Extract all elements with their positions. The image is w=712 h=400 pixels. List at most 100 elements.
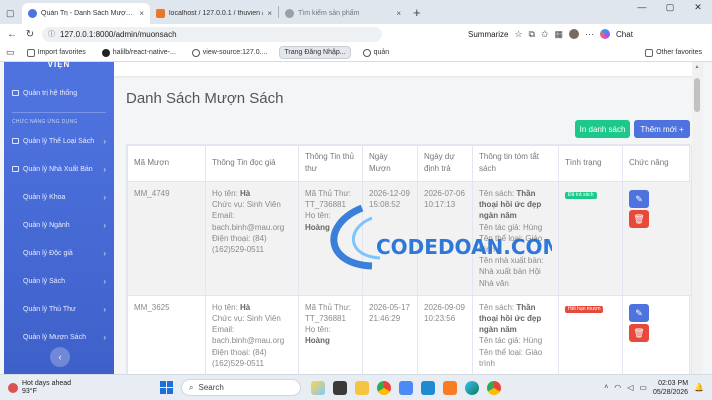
bookmark-quan[interactable]: quản bbox=[359, 47, 394, 59]
search-icon: ⌕ bbox=[189, 382, 194, 392]
column-header[interactable]: Thông Tin thủ thư bbox=[298, 145, 363, 182]
sidebar-item-faculties[interactable]: Quản lý Khoa › bbox=[4, 183, 114, 211]
column-header[interactable]: Chức năng bbox=[622, 145, 692, 182]
librarian-code: Mã Thủ Thư: TT_736881 bbox=[305, 302, 351, 324]
close-icon[interactable]: × bbox=[267, 9, 272, 18]
battery-icon[interactable]: ▭ bbox=[639, 383, 647, 392]
clock[interactable]: 02:03 PM 05/28/2026 bbox=[653, 379, 688, 397]
chat-button[interactable]: Chat bbox=[616, 30, 633, 39]
scrollbar-thumb[interactable] bbox=[694, 78, 700, 112]
reader-email: bach.binh@mau.org bbox=[212, 222, 285, 232]
new-tab-button[interactable]: + bbox=[407, 5, 427, 20]
bookmark-login-page[interactable]: Trang Đăng Nhập... bbox=[279, 46, 351, 59]
close-window-icon[interactable]: ✕ bbox=[684, 2, 712, 13]
sidebar-toggle-browser[interactable]: ▢ bbox=[0, 3, 22, 24]
search-placeholder: Search bbox=[198, 383, 224, 392]
column-header[interactable]: Thông tin tóm tắt sách bbox=[472, 145, 559, 182]
vscode-icon[interactable] bbox=[421, 380, 435, 395]
tab-title: Quản Trị - Danh Sách Mượn Sách bbox=[41, 10, 135, 17]
maximize-icon[interactable]: ▢ bbox=[656, 2, 684, 13]
xampp-icon[interactable] bbox=[443, 380, 457, 395]
bookmark-import-favorites[interactable]: Import favorites bbox=[23, 47, 90, 59]
print-list-button[interactable]: In danh sách bbox=[575, 120, 630, 138]
sidebar-item-librarians[interactable]: Quản lý Thủ Thư › bbox=[4, 295, 114, 323]
column-header[interactable]: Ngày Mượn bbox=[362, 145, 418, 182]
column-header[interactable]: Tình trạng bbox=[558, 145, 623, 182]
windows-start-icon[interactable] bbox=[160, 381, 173, 394]
main-content: Danh Sách Mượn Sách In danh sách Thêm mớ… bbox=[114, 62, 702, 374]
more-icon[interactable]: ··· bbox=[585, 29, 594, 39]
book-author: Tên tác giả: Hùng bbox=[479, 222, 543, 232]
refresh-icon[interactable]: ↻ bbox=[24, 29, 36, 40]
sidebar-item-majors[interactable]: Quản lý Ngành › bbox=[4, 211, 114, 239]
scroll-up-icon[interactable]: ▲ bbox=[692, 64, 702, 70]
extensions-icon[interactable]: ⧉ bbox=[529, 29, 535, 40]
clock-time: 02:03 PM bbox=[658, 379, 689, 387]
file-explorer-icon[interactable] bbox=[355, 380, 369, 395]
copilot-icon[interactable] bbox=[600, 29, 611, 39]
field-label: Họ tên: bbox=[212, 302, 238, 312]
chrome-alt-icon[interactable] bbox=[487, 380, 501, 395]
copilot-app-icon[interactable] bbox=[311, 380, 325, 395]
edge-icon[interactable] bbox=[465, 380, 479, 395]
bookmark-label: quản bbox=[373, 49, 390, 56]
minimize-icon[interactable]: — bbox=[628, 2, 656, 13]
windows-taskbar: Hot days ahead 93°F ⌕ Search ˄ ◠ ◁ ▭ 02:… bbox=[0, 374, 712, 400]
bookmark-folder-icon[interactable]: ▭ bbox=[6, 47, 15, 58]
bookmark-view-source[interactable]: view-source:127.0.... bbox=[188, 47, 272, 59]
profile-icon[interactable] bbox=[569, 29, 580, 39]
edit-icon: ✎ bbox=[635, 307, 643, 318]
tab-phpmyadmin[interactable]: localhost / 127.0.0.1 / thuvien / tai × bbox=[150, 3, 278, 24]
add-new-button[interactable]: Thêm mới + bbox=[634, 120, 690, 138]
chevron-up-icon[interactable]: ˄ bbox=[604, 384, 608, 391]
weather-widget[interactable]: Hot days ahead 93°F bbox=[0, 380, 150, 396]
sidebar-brand[interactable]: VIỆN bbox=[4, 62, 114, 74]
borrow-date: 2026-12-09 15:08:52 bbox=[362, 181, 418, 296]
edit-button[interactable]: ✎ bbox=[629, 190, 649, 208]
chevron-right-icon: › bbox=[103, 136, 106, 146]
store-icon[interactable] bbox=[399, 380, 413, 395]
sidebar-item-books[interactable]: Quản lý Sách › bbox=[4, 267, 114, 295]
column-header[interactable]: Thông Tin đọc giả bbox=[205, 145, 299, 182]
collections-icon[interactable]: ▦ bbox=[555, 29, 564, 40]
favorites-icon[interactable]: ✩ bbox=[541, 29, 549, 40]
chevron-right-icon: › bbox=[103, 276, 106, 286]
back-icon[interactable]: ← bbox=[6, 29, 18, 40]
close-icon[interactable]: × bbox=[396, 9, 401, 18]
sidebar-item-genres[interactable]: Quản lý Thể Loại Sách › bbox=[4, 127, 114, 155]
sidebar-item-publishers[interactable]: Quản lý Nhà Xuất Bản › bbox=[4, 155, 114, 183]
borrow-date: 2026-05-17 21:46:29 bbox=[362, 294, 418, 374]
task-view-icon[interactable] bbox=[333, 380, 347, 395]
table-row: MM_3625 Họ tên: Hà Chức vụ: Sinh Viên Em… bbox=[127, 294, 692, 374]
column-header[interactable]: Ngày dự định trả bbox=[417, 145, 473, 182]
sidebar-toggle-button[interactable]: ‹ bbox=[50, 347, 70, 367]
chrome-icon[interactable] bbox=[377, 380, 391, 395]
url-field[interactable]: ⓘ 127.0.0.1:8000/admin/muonsach bbox=[42, 26, 382, 42]
weather-title: Hot days ahead bbox=[22, 379, 72, 387]
delete-button[interactable]: 🗑 bbox=[629, 323, 649, 342]
bookmark-label: Import favorites bbox=[37, 49, 86, 56]
tab-search-products[interactable]: Tìm kiếm sản phẩm × bbox=[279, 3, 407, 24]
summarize-button[interactable]: Summarize bbox=[468, 30, 508, 39]
wifi-icon[interactable]: ◠ bbox=[614, 383, 621, 392]
reader-name: Hà bbox=[240, 302, 251, 312]
page-scrollbar[interactable]: ▲ bbox=[692, 62, 702, 374]
close-icon[interactable]: × bbox=[139, 9, 144, 18]
delete-button[interactable]: 🗑 bbox=[629, 210, 649, 228]
sidebar-item-dashboard[interactable]: Quản trị hệ thống bbox=[4, 74, 114, 112]
other-favorites-label: Other favorites bbox=[656, 49, 702, 56]
info-icon[interactable]: ⓘ bbox=[48, 29, 55, 39]
sidebar-item-label: Quản lý Độc giả bbox=[23, 249, 73, 257]
bookmark-github[interactable]: halilb/react-native-... bbox=[98, 47, 180, 59]
status-cell: Đã trả sách bbox=[558, 181, 623, 296]
notification-icon[interactable]: 🔔 bbox=[694, 383, 704, 392]
edit-button[interactable]: ✎ bbox=[629, 303, 649, 322]
volume-icon[interactable]: ◁ bbox=[627, 383, 633, 392]
star-icon[interactable]: ☆ bbox=[514, 29, 522, 40]
other-favorites[interactable]: Other favorites bbox=[641, 47, 706, 59]
sidebar-item-readers[interactable]: Quản lý Độc giả › bbox=[4, 239, 114, 267]
tab-admin-muonsach[interactable]: Quản Trị - Danh Sách Mượn Sách × bbox=[22, 3, 150, 24]
column-header[interactable]: Mã Mượn bbox=[127, 145, 206, 182]
taskbar-search[interactable]: ⌕ Search bbox=[181, 379, 301, 396]
edit-icon: ✎ bbox=[635, 194, 643, 204]
